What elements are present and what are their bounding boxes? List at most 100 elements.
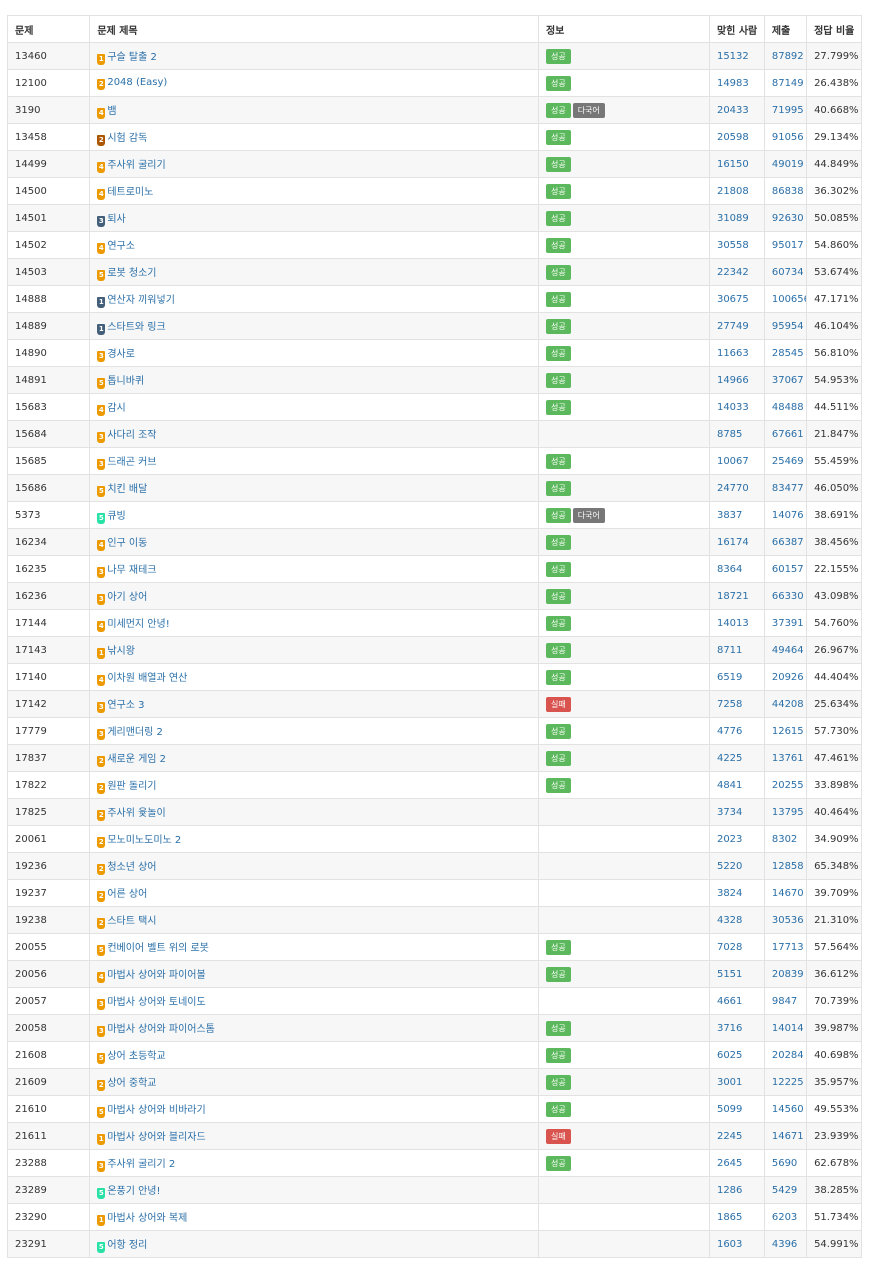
problem-title-link[interactable]: 감시 [107,403,125,414]
problem-title-link[interactable]: 상어 중학교 [107,1078,156,1089]
submissions-link[interactable]: 12225 [772,1077,804,1088]
problem-title-link[interactable]: 치킨 배달 [107,484,147,495]
submissions-link[interactable]: 14014 [772,1023,804,1034]
status-badge[interactable]: 성공 [545,453,571,469]
status-badge[interactable]: 성공 [545,156,571,172]
status-badge[interactable]: 성공 [545,750,571,766]
problem-title-link[interactable]: 아기 상어 [107,592,147,603]
problem-title-link[interactable]: 경사로 [107,349,135,360]
submissions-link[interactable]: 91056 [772,132,804,143]
status-badge[interactable]: 성공 [545,264,571,280]
accepted-link[interactable]: 6519 [717,672,742,683]
accepted-link[interactable]: 8785 [717,429,742,440]
accepted-link[interactable]: 2023 [717,834,742,845]
problem-title-link[interactable]: 나무 재테크 [107,565,156,576]
problem-title-link[interactable]: 모노미노도미노 2 [107,835,181,846]
status-badge[interactable]: 성공 [545,291,571,307]
submissions-link[interactable]: 95017 [772,240,804,251]
problem-title-link[interactable]: 마법사 상어와 파이어볼 [107,970,205,981]
accepted-link[interactable]: 21808 [717,186,749,197]
status-badge[interactable]: 성공 [545,237,571,253]
submissions-link[interactable]: 67661 [772,429,804,440]
submissions-link[interactable]: 60734 [772,267,804,278]
submissions-link[interactable]: 37067 [772,375,804,386]
problem-title-link[interactable]: 원판 돌리기 [107,781,156,792]
problem-title-link[interactable]: 주사위 굴리기 [107,160,165,171]
submissions-link[interactable]: 92630 [772,213,804,224]
problem-title-link[interactable]: 컨베이어 벨트 위의 로봇 [107,943,209,954]
problem-title-link[interactable]: 마법사 상어와 블리자드 [107,1132,205,1143]
problem-title-link[interactable]: 로봇 청소기 [107,268,156,279]
submissions-link[interactable]: 14076 [772,510,804,521]
problem-title-link[interactable]: 게리맨더링 2 [107,727,163,738]
submissions-link[interactable]: 49019 [772,159,804,170]
status-badge[interactable]: 성공 [545,1101,571,1117]
accepted-link[interactable]: 3716 [717,1023,742,1034]
problem-title-link[interactable]: 주사위 굴리기 2 [107,1159,175,1170]
accepted-link[interactable]: 1865 [717,1212,742,1223]
problem-title-link[interactable]: 온풍기 안녕! [107,1186,160,1197]
accepted-link[interactable]: 2245 [717,1131,742,1142]
accepted-link[interactable]: 16150 [717,159,749,170]
submissions-link[interactable]: 5429 [772,1185,797,1196]
problem-title-link[interactable]: 새로운 게임 2 [107,754,166,765]
problem-title-link[interactable]: 연구소 [107,241,135,252]
problem-title-link[interactable]: 마법사 상어와 비바라기 [107,1105,205,1116]
problem-title-link[interactable]: 마법사 상어와 파이어스톰 [107,1024,215,1035]
accepted-link[interactable]: 1286 [717,1185,742,1196]
status-badge[interactable]: 성공 [545,669,571,685]
status-badge[interactable]: 성공 [545,588,571,604]
status-badge[interactable]: 다국어 [572,102,605,118]
problem-title-link[interactable]: 톱니바퀴 [107,376,144,387]
status-badge[interactable]: 실패 [545,1128,571,1144]
submissions-link[interactable]: 9847 [772,996,797,1007]
accepted-link[interactable]: 3734 [717,807,742,818]
submissions-link[interactable]: 87149 [772,78,804,89]
submissions-link[interactable]: 8302 [772,834,797,845]
submissions-link[interactable]: 12858 [772,861,804,872]
accepted-link[interactable]: 11663 [717,348,749,359]
status-badge[interactable]: 성공 [545,1074,571,1090]
problem-title-link[interactable]: 드래곤 커브 [107,457,156,468]
status-badge[interactable]: 성공 [545,372,571,388]
accepted-link[interactable]: 4661 [717,996,742,1007]
accepted-link[interactable]: 1603 [717,1239,742,1250]
accepted-link[interactable]: 2645 [717,1158,742,1169]
accepted-link[interactable]: 7258 [717,699,742,710]
status-badge[interactable]: 실패 [545,696,571,712]
submissions-link[interactable]: 14671 [772,1131,804,1142]
submissions-link[interactable]: 71995 [772,105,804,116]
problem-title-link[interactable]: 큐빙 [107,511,125,522]
accepted-link[interactable]: 6025 [717,1050,742,1061]
submissions-link[interactable]: 28545 [772,348,804,359]
status-badge[interactable]: 성공 [545,1020,571,1036]
status-badge[interactable]: 성공 [545,102,571,118]
status-badge[interactable]: 성공 [545,129,571,145]
header-title[interactable]: 문제 제목 [89,15,539,43]
accepted-link[interactable]: 4841 [717,780,742,791]
accepted-link[interactable]: 4328 [717,915,742,926]
problem-title-link[interactable]: 주사위 윷놀이 [107,808,165,819]
accepted-link[interactable]: 4225 [717,753,742,764]
accepted-link[interactable]: 5220 [717,861,742,872]
header-submissions[interactable]: 제출 [763,15,808,43]
problem-title-link[interactable]: 청소년 상어 [107,862,156,873]
status-badge[interactable]: 성공 [545,318,571,334]
accepted-link[interactable]: 10067 [717,456,749,467]
problem-title-link[interactable]: 구슬 탈출 2 [107,52,157,63]
problem-title-link[interactable]: 마법사 상어와 복제 [107,1213,187,1224]
status-badge[interactable]: 성공 [545,1047,571,1063]
submissions-link[interactable]: 13761 [772,753,804,764]
accepted-link[interactable]: 3824 [717,888,742,899]
status-badge[interactable]: 다국어 [572,507,605,523]
accepted-link[interactable]: 5099 [717,1104,742,1115]
accepted-link[interactable]: 27749 [717,321,749,332]
accepted-link[interactable]: 3001 [717,1077,742,1088]
status-badge[interactable]: 성공 [545,48,571,64]
accepted-link[interactable]: 30558 [717,240,749,251]
submissions-link[interactable]: 20284 [772,1050,804,1061]
accepted-link[interactable]: 31089 [717,213,749,224]
accepted-link[interactable]: 20433 [717,105,749,116]
submissions-link[interactable]: 25469 [772,456,804,467]
problem-title-link[interactable]: 시험 감독 [107,133,147,144]
